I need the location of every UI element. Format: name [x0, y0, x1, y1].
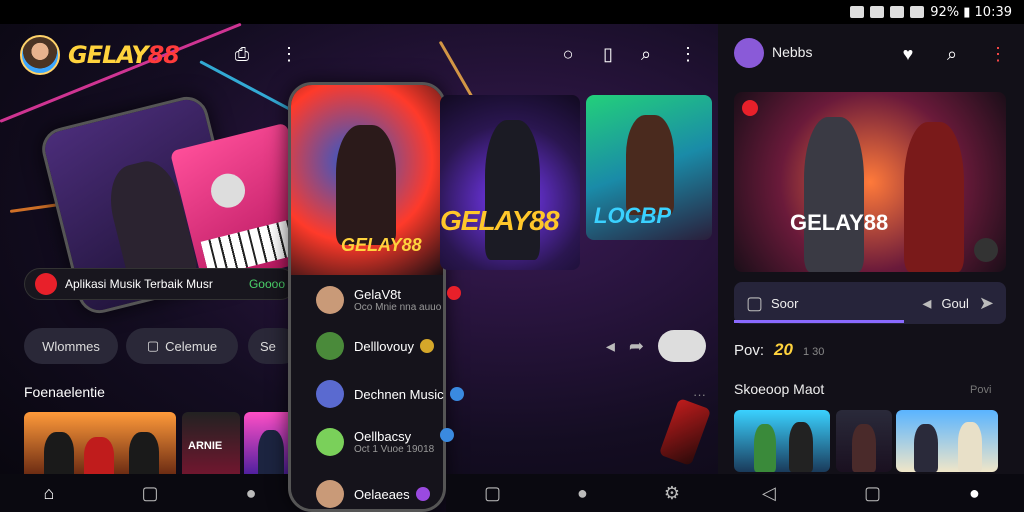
list-item[interactable]: Delllovouy ◂ ➦	[316, 326, 706, 366]
secondary-poster[interactable]: LOCBP	[586, 95, 712, 240]
right-poster[interactable]: GELAY88	[734, 92, 1006, 272]
thumbnail[interactable]	[734, 410, 830, 472]
profile-icon[interactable]: ●	[577, 483, 588, 504]
artist-figure	[904, 122, 964, 272]
list-item[interactable]: Dechnen Music ···	[316, 374, 706, 414]
more-icon[interactable]: ⋮	[676, 42, 700, 66]
app-logo: GELAY88	[68, 41, 180, 69]
avatar	[316, 286, 344, 314]
pill-1[interactable]: Wlommes	[24, 328, 118, 364]
share-icon[interactable]: ➦	[629, 336, 644, 357]
middle-navbar: ▢ ● ⚙	[446, 474, 718, 512]
square-icon[interactable]: ▢	[746, 293, 763, 314]
profile-icon[interactable]: ●	[246, 483, 257, 504]
nfc-icon	[850, 6, 865, 18]
section-title: Skoeoop Maot	[734, 381, 825, 397]
square-icon[interactable]: ▢	[141, 483, 158, 504]
share-icon[interactable]: ⎙	[230, 42, 254, 66]
avatar	[316, 428, 344, 456]
volume-icon[interactable]: ◂	[606, 336, 615, 357]
banner-tag[interactable]: Aplikasi Musik Terbaik Musr Goooo	[24, 268, 296, 300]
volume-icon[interactable]: ◂	[922, 293, 931, 314]
right-title: Nebbs	[772, 44, 813, 60]
thumbnail[interactable]	[836, 410, 892, 472]
lock-icon[interactable]	[974, 238, 998, 262]
list-item[interactable]: Oellbacsy Oct 1 Vuoe 19018	[316, 422, 706, 462]
search-icon[interactable]: ⌕	[634, 42, 658, 66]
brand-icon	[742, 100, 758, 116]
app-screen: 92% ▮ 10:39 GELAY88 ⎙ ⋮ Aplikasi Musik T…	[0, 0, 1024, 512]
forward-icon[interactable]: ➤	[979, 293, 994, 314]
brand-icon	[35, 273, 57, 295]
live-badge	[447, 286, 462, 300]
list-item[interactable]: GelaV8t Oco Mnie nna auuo	[316, 280, 706, 320]
avatar	[316, 332, 344, 360]
home-icon[interactable]: ▢	[864, 483, 881, 504]
pill-icon: ▢	[146, 338, 160, 353]
back-icon[interactable]: ◁	[762, 483, 776, 504]
status-text: 92% ▮ 10:39	[930, 4, 1012, 20]
main-poster[interactable]: GELAY88	[440, 95, 580, 270]
chat-button[interactable]	[658, 330, 706, 362]
banner-action[interactable]: Goooo	[249, 277, 285, 291]
more-icon[interactable]: ···	[693, 387, 706, 402]
verified-icon	[449, 387, 464, 401]
section-title: Foenaelentie	[24, 384, 105, 400]
square-icon[interactable]: ▢	[484, 483, 501, 504]
left-navbar: ⌂ ▢ ●	[0, 474, 300, 512]
verified-icon	[419, 339, 434, 353]
menu-icon[interactable]: ⋮	[986, 42, 1010, 66]
alarm-icon	[870, 6, 885, 18]
avatar	[316, 380, 344, 408]
search-icon[interactable]: ○	[556, 42, 580, 66]
verified-icon	[415, 487, 430, 501]
more-icon[interactable]: ⋮	[277, 42, 301, 66]
thumbnail-arnie[interactable]: ARNIE	[182, 412, 240, 482]
thumbnail[interactable]	[896, 410, 998, 472]
player-bar[interactable]: ▢ Soor ◂ Goul ➤	[734, 282, 1006, 324]
verified-icon	[440, 428, 455, 442]
left-header: GELAY88	[20, 34, 310, 76]
system-navbar: ◁ ▢ ●	[718, 474, 1024, 512]
thumbnail-band[interactable]	[24, 412, 176, 482]
search-icon[interactable]: ⌕	[940, 42, 964, 66]
status-bar: 92% ▮ 10:39	[0, 0, 1024, 24]
settings-icon[interactable]: ⚙	[664, 483, 680, 504]
home-icon[interactable]: ⌂	[44, 483, 55, 504]
pov-row: Pov: 20 1 30	[734, 340, 825, 359]
progress-bar[interactable]	[734, 320, 904, 323]
phone-poster: GELAY88	[291, 85, 443, 275]
signal-icon	[910, 6, 925, 18]
profile-icon[interactable]: ●	[969, 483, 980, 504]
banner-text: Aplikasi Musik Terbaik Musr	[65, 277, 213, 291]
pill-2[interactable]: ▢ Celemue	[126, 328, 238, 364]
wifi-icon	[890, 6, 905, 18]
section-action[interactable]: Povi	[970, 384, 991, 396]
avatar[interactable]	[20, 35, 60, 75]
mic-icon[interactable]: ▯	[596, 42, 620, 66]
avatar	[316, 480, 344, 508]
heart-icon[interactable]: ♥	[896, 42, 920, 66]
avatar[interactable]	[734, 38, 764, 68]
artist-figure	[804, 117, 864, 272]
artist-figure	[485, 120, 540, 260]
